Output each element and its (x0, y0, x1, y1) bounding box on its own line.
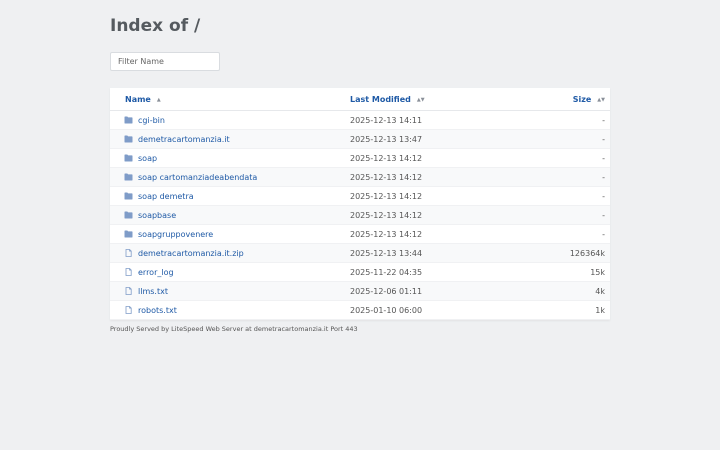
page-title: Index of / (110, 16, 201, 36)
table-row: cgi-bin 2025-12-13 14:11 - (110, 111, 610, 130)
table-row: soap 2025-12-13 14:12 - (110, 149, 610, 168)
table-row: llms.txt 2025-12-06 01:11 4k (110, 282, 610, 301)
size-cell: 15k (590, 268, 605, 277)
table-row: soapgruppovenere 2025-12-13 14:12 - (110, 225, 610, 244)
size-cell: - (602, 192, 605, 201)
name-header-label: Name (125, 95, 151, 104)
last-modified-cell: 2025-12-13 14:12 (350, 230, 423, 239)
file-icon (124, 287, 133, 295)
table-row: soapbase 2025-12-13 14:12 - (110, 206, 610, 225)
last-modified-cell: 2025-12-13 13:47 (350, 135, 423, 144)
file-table: Name ▲ Last Modified ▲▼ Size ▲▼ cgi-bin 202… (110, 88, 610, 320)
file-link[interactable]: robots.txt (138, 306, 177, 315)
file-link[interactable]: soap (138, 154, 157, 163)
sort-icon: ▲▼ (416, 97, 425, 103)
filter-input[interactable] (110, 52, 220, 71)
sort-by-name-header[interactable]: Name ▲ (125, 95, 161, 104)
table-row: demetracartomanzia.it.zip 2025-12-13 13:… (110, 244, 610, 263)
folder-icon (124, 211, 133, 219)
last-modified-cell: 2025-12-13 14:12 (350, 211, 423, 220)
sort-icon: ▲ (156, 97, 161, 103)
folder-icon (124, 116, 133, 124)
file-link[interactable]: soap cartomanziadeabendata (138, 173, 257, 182)
last-modified-cell: 2025-12-13 14:12 (350, 154, 423, 163)
size-cell: - (602, 230, 605, 239)
last-modified-cell: 2025-12-13 13:44 (350, 249, 423, 258)
size-cell: - (602, 154, 605, 163)
folder-icon (124, 154, 133, 162)
folder-icon (124, 192, 133, 200)
sort-icon: ▲▼ (597, 97, 605, 103)
file-list: cgi-bin 2025-12-13 14:11 - demetracartom… (110, 111, 610, 320)
last-modified-cell: 2025-12-13 14:12 (350, 173, 423, 182)
file-link[interactable]: demetracartomanzia.it.zip (138, 249, 244, 258)
table-row: soap cartomanziadeabendata 2025-12-13 14… (110, 168, 610, 187)
file-icon (124, 306, 133, 314)
folder-icon (124, 173, 133, 181)
size-cell: 126364k (569, 249, 605, 258)
file-link[interactable]: soapbase (138, 211, 176, 220)
file-link[interactable]: soap demetra (138, 192, 194, 201)
file-icon (124, 268, 133, 276)
folder-icon (124, 135, 133, 143)
table-row: soap demetra 2025-12-13 14:12 - (110, 187, 610, 206)
size-cell: - (602, 135, 605, 144)
last-modified-cell: 2025-12-13 14:11 (350, 116, 423, 125)
table-row: error_log 2025-11-22 04:35 15k (110, 263, 610, 282)
file-link[interactable]: error_log (138, 268, 174, 277)
size-cell: 4k (595, 287, 605, 296)
last-modified-cell: 2025-11-22 04:35 (350, 268, 423, 277)
last-modified-cell: 2025-12-06 01:11 (350, 287, 423, 296)
file-link[interactable]: soapgruppovenere (138, 230, 213, 239)
modified-header-label: Last Modified (350, 95, 411, 104)
sort-by-modified-header[interactable]: Last Modified ▲▼ (350, 95, 425, 104)
last-modified-cell: 2025-01-10 06:00 (350, 306, 423, 315)
size-cell: - (602, 116, 605, 125)
table-header: Name ▲ Last Modified ▲▼ Size ▲▼ (110, 88, 610, 111)
file-link[interactable]: demetracartomanzia.it (138, 135, 230, 144)
size-cell: 1k (595, 306, 605, 315)
size-cell: - (602, 173, 605, 182)
table-row: robots.txt 2025-01-10 06:00 1k (110, 301, 610, 320)
size-cell: - (602, 211, 605, 220)
file-link[interactable]: cgi-bin (138, 116, 165, 125)
file-icon (124, 249, 133, 257)
table-row: demetracartomanzia.it 2025-12-13 13:47 - (110, 130, 610, 149)
sort-by-size-header[interactable]: Size ▲▼ (573, 95, 605, 104)
file-link[interactable]: llms.txt (138, 287, 168, 296)
folder-icon (124, 230, 133, 238)
size-header-label: Size (572, 95, 592, 104)
server-footer: Proudly Served by LiteSpeed Web Server a… (110, 325, 358, 333)
last-modified-cell: 2025-12-13 14:12 (350, 192, 423, 201)
